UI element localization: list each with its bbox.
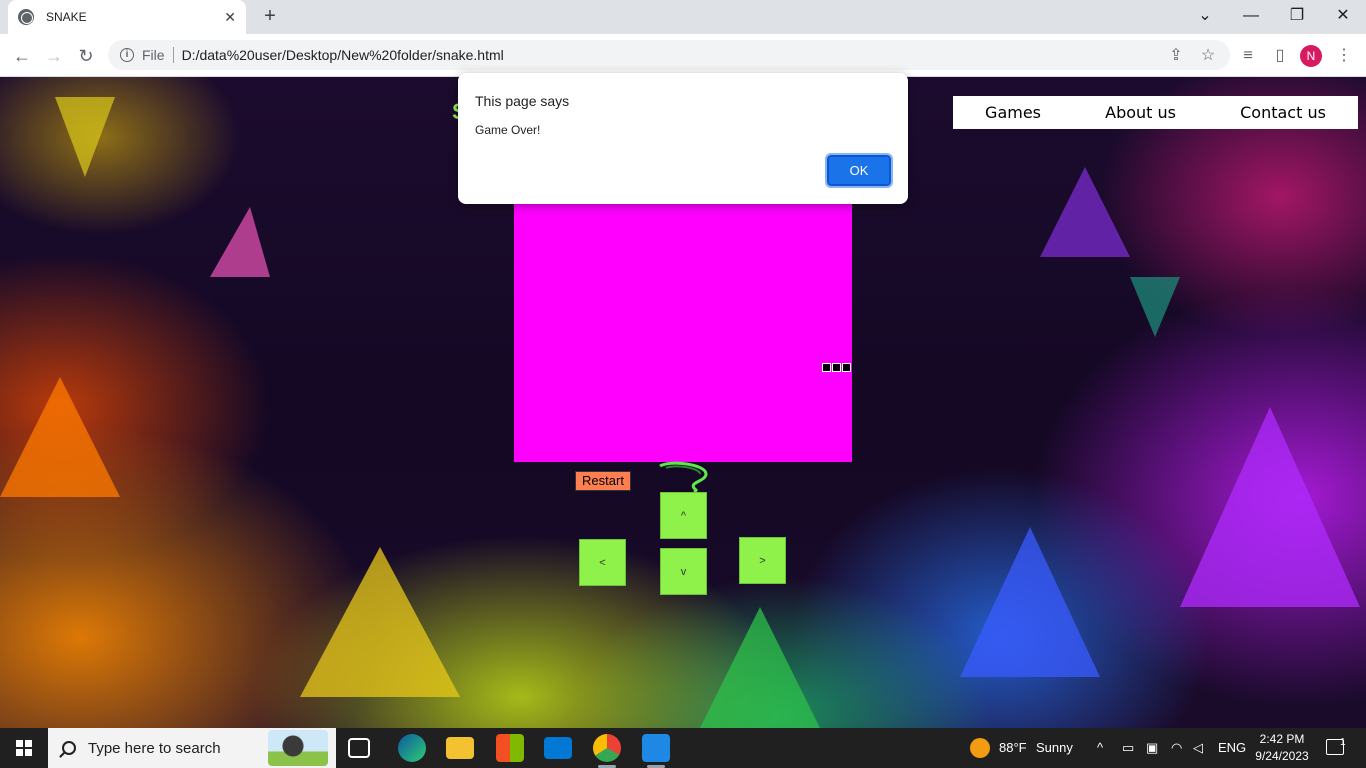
media-list-icon[interactable]: ≡ [1234,42,1262,70]
new-tab-button[interactable]: + [258,4,282,28]
share-icon[interactable]: ⇪ [1162,42,1190,70]
nav-contact-link[interactable]: Contact us [1240,103,1326,122]
tab-close-icon[interactable]: ✕ [224,9,236,26]
clock-date: 9/24/2023 [1255,749,1309,763]
url-separator [172,47,174,63]
meet-icon[interactable]: ▭ [1122,728,1134,768]
search-placeholder: Type here to search [88,739,221,757]
taskbar: Type here to search 88°F Sunny ^ ▭ ▣ ◠ ◁… [0,728,1366,768]
decor-shard [700,607,820,728]
mail-icon[interactable] [544,737,572,759]
taskbar-search[interactable]: Type here to search [48,728,336,768]
decor-shard [1180,407,1360,607]
clock-time: 2:42 PM [1259,732,1305,746]
side-panel-icon[interactable]: ▯ [1266,42,1294,70]
edge-icon[interactable] [398,734,426,762]
store-icon[interactable] [496,734,524,762]
browser-toolbar: ← → ↻ i File D:/data%20user/Desktop/New%… [0,34,1366,77]
snake-logo-icon [659,461,708,494]
close-window-button[interactable]: ✕ [1320,0,1366,34]
left-arrow-button[interactable]: < [579,539,626,586]
start-button[interactable] [0,728,48,768]
restart-button[interactable]: Restart [575,471,631,491]
forward-arrow-icon[interactable]: → [40,42,68,70]
bookmark-star-icon[interactable]: ☆ [1194,42,1222,70]
task-view-icon[interactable] [348,738,370,758]
restore-button[interactable]: ❐ [1274,0,1320,34]
decor-shard [210,207,270,277]
game-board[interactable] [514,203,852,462]
address-bar[interactable]: i File D:/data%20user/Desktop/New%20fold… [108,40,1230,70]
weather-condition[interactable]: Sunny [1036,728,1073,768]
snake-segment [832,363,841,372]
system-clock[interactable]: 2:42 PM 9/24/2023 [1244,731,1320,765]
search-highlight-image [268,730,328,766]
windows-logo-icon [16,740,32,756]
nav-about-link[interactable]: About us [1105,103,1176,122]
browser-tab-strip: SNAKE ✕ + ⌄ — ❐ ✕ [0,0,1366,34]
file-explorer-icon[interactable] [446,737,474,759]
back-arrow-icon[interactable]: ← [8,42,36,70]
vscode-icon[interactable] [642,734,670,762]
chrome-icon[interactable] [593,734,621,762]
site-nav: Games About us Contact us [953,96,1358,129]
decor-shard [960,527,1100,677]
dialog-title: This page says [475,93,570,109]
wifi-icon[interactable]: ◠ [1171,728,1182,768]
minimize-button[interactable]: — [1228,0,1274,34]
tray-chevron-icon[interactable]: ^ [1097,728,1103,768]
profile-avatar[interactable]: N [1300,45,1322,67]
tab-title: SNAKE [46,10,87,24]
search-icon [62,741,76,755]
up-arrow-button[interactable]: ^ [660,492,707,539]
decor-shard [1130,277,1180,337]
ok-button[interactable]: OK [825,153,893,188]
nav-games-link[interactable]: Games [985,103,1041,122]
decor-shard [0,377,120,497]
weather-sun-icon [970,738,990,758]
down-arrow-button[interactable]: v [660,548,707,595]
camera-off-icon[interactable]: ▣ [1146,728,1158,768]
notification-count: 1 [1340,737,1346,748]
url-scheme-label: File [142,47,165,63]
decor-shard [1040,167,1130,257]
weather-temperature[interactable]: 88°F [999,728,1027,768]
url-text[interactable]: D:/data%20user/Desktop/New%20folder/snak… [182,47,504,63]
tab-search-icon[interactable]: ⌄ [1182,0,1228,34]
alert-dialog: This page says Game Over! OK [458,73,908,204]
globe-icon [18,9,34,25]
language-indicator[interactable]: ENG [1218,728,1246,768]
menu-kebab-icon[interactable]: ⋮ [1330,42,1358,70]
snake-segment [842,363,851,372]
browser-tab[interactable]: SNAKE ✕ [8,0,246,34]
right-arrow-button[interactable]: > [739,537,786,584]
reload-icon[interactable]: ↻ [72,42,100,70]
volume-muted-icon[interactable]: ◁ [1193,728,1203,768]
decor-shard [55,97,115,177]
info-icon[interactable]: i [120,48,134,62]
decor-shard [300,547,460,697]
dialog-message: Game Over! [475,123,541,137]
snake-segment [822,363,831,372]
